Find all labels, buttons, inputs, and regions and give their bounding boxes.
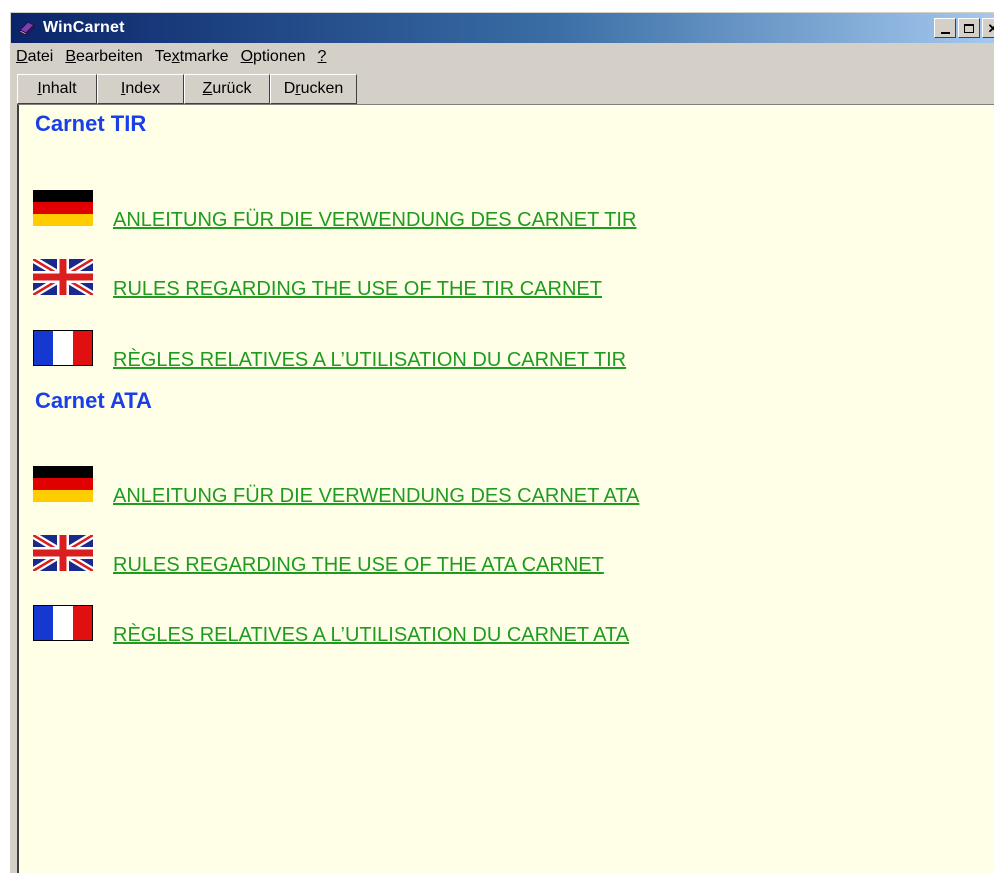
minimize-icon <box>940 31 950 34</box>
uk-flag-icon <box>33 535 93 571</box>
button-label: urück <box>212 80 252 97</box>
button-label: D <box>283 80 296 97</box>
list-item: RÈGLES RELATIVES A L’UTILISATION DU CARN… <box>33 330 626 371</box>
menu-label: earbeiten <box>76 48 143 65</box>
maximize-button[interactable] <box>958 18 980 38</box>
toolbar: Inhalt Index Zurück Dr ucken <box>11 74 994 104</box>
menu-help[interactable]: ? <box>313 48 332 66</box>
close-button[interactable]: ✕ <box>982 18 994 38</box>
contents-button[interactable]: Inhalt <box>17 74 97 104</box>
link-ata-fr[interactable]: RÈGLES RELATIVES A L’UTILISATION DU CARN… <box>113 624 629 647</box>
link-tir-de[interactable]: ANLEITUNG FÜR DIE VERWENDUNG DES CARNET … <box>113 209 636 232</box>
list-item: RULES REGARDING THE USE OF THE ATA CARNE… <box>33 535 604 576</box>
caption-buttons: ✕ <box>934 18 994 38</box>
link-ata-en[interactable]: RULES REGARDING THE USE OF THE ATA CARNE… <box>113 554 604 577</box>
index-button[interactable]: Index <box>97 74 184 104</box>
link-ata-de[interactable]: ANLEITUNG FÜR DIE VERWENDUNG DES CARNET … <box>113 485 639 508</box>
button-label: nhalt <box>41 80 77 97</box>
maximize-icon <box>964 23 974 33</box>
menu-mnemonic: x <box>171 48 180 65</box>
germany-flag-icon <box>33 466 93 502</box>
menu-bar: Datei Bearbeiten Te x tmarke Optionen ? <box>11 44 994 70</box>
menu-datei[interactable]: Datei <box>11 48 58 66</box>
menu-optionen[interactable]: Optionen <box>236 48 311 66</box>
minimize-button[interactable] <box>934 18 956 38</box>
link-tir-en[interactable]: RULES REGARDING THE USE OF THE TIR CARNE… <box>113 278 602 301</box>
list-item: ANLEITUNG FÜR DIE VERWENDUNG DES CARNET … <box>33 466 639 507</box>
list-item: RÈGLES RELATIVES A L’UTILISATION DU CARN… <box>33 605 629 646</box>
menu-bearbeiten[interactable]: Bearbeiten <box>60 48 147 66</box>
title-bar[interactable]: WinCarnet ✕ <box>11 13 994 43</box>
list-item: ANLEITUNG FÜR DIE VERWENDUNG DES CARNET … <box>33 190 636 231</box>
section-title-ata: Carnet ATA <box>35 388 152 413</box>
back-button[interactable]: Zurück <box>184 74 270 104</box>
menu-mnemonic: B <box>65 48 77 65</box>
menu-mnemonic: ? <box>317 48 327 65</box>
menu-textmarke[interactable]: Te x tmarke <box>150 48 234 66</box>
window-title: WinCarnet <box>43 19 125 36</box>
section-title-tir: Carnet TIR <box>35 111 147 136</box>
france-flag-icon <box>33 330 93 366</box>
link-tir-fr[interactable]: RÈGLES RELATIVES A L’UTILISATION DU CARN… <box>113 349 626 372</box>
menu-label: Te <box>154 48 172 65</box>
button-label: ucken <box>300 80 344 97</box>
uk-flag-icon <box>33 259 93 295</box>
menu-label: tmarke <box>179 48 229 65</box>
print-button[interactable]: Dr ucken <box>270 74 357 104</box>
menu-mnemonic: D <box>16 48 28 65</box>
menu-mnemonic: O <box>240 48 254 65</box>
germany-flag-icon <box>33 190 93 226</box>
button-label: ndex <box>125 80 161 97</box>
menu-label: ptionen <box>253 48 306 65</box>
france-flag-icon <box>33 605 93 641</box>
app-book-icon[interactable] <box>17 18 37 38</box>
help-content-pane: Carnet TIR ANLEITUNG FÜR DIE VERWENDUNG … <box>17 104 994 873</box>
list-item: RULES REGARDING THE USE OF THE TIR CARNE… <box>33 259 602 300</box>
close-icon: ✕ <box>988 22 994 35</box>
button-mnemonic: Z <box>202 80 213 97</box>
menu-label: atei <box>27 48 54 65</box>
app-window: WinCarnet ✕ Datei Bearbeiten Textmarke O… <box>10 12 994 873</box>
